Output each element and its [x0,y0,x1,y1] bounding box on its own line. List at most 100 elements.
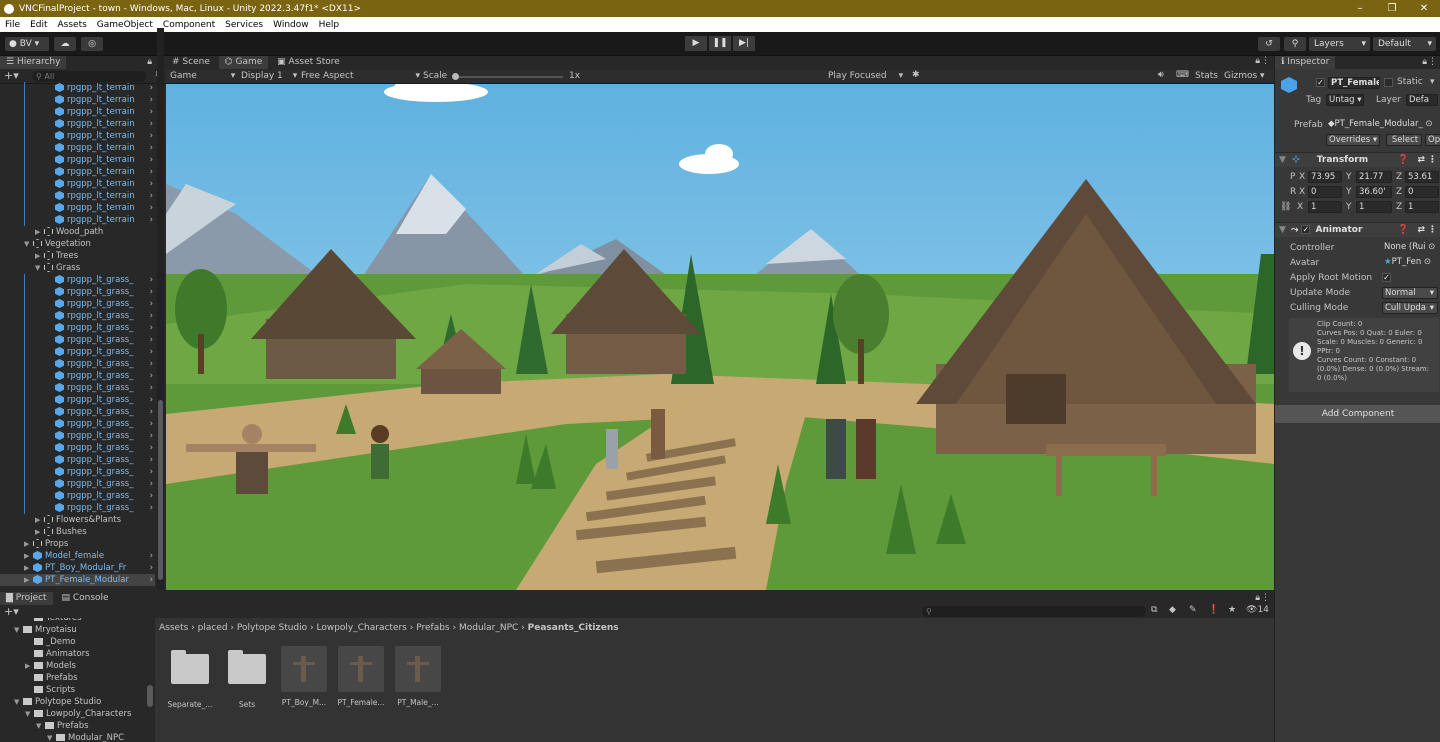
search-button[interactable]: ⚲ [1284,37,1306,51]
chevron-right-icon[interactable]: › [150,298,153,310]
transform-header[interactable]: ▼ ⊹ Transform ❓ ⇄ ⋮ [1275,152,1440,167]
hierarchy-item[interactable]: rpgpp_lt_grass_ › [0,466,155,478]
play-focus-dropdown[interactable]: Play Focused ▾ [828,71,903,81]
breadcrumb-item[interactable]: Polytope Studio [237,623,307,633]
chevron-down-icon[interactable]: ▾ [1430,77,1435,87]
open-button[interactable]: Op [1425,134,1440,146]
select-button[interactable]: Select [1386,134,1422,146]
asset-folder[interactable]: Separate_... [165,646,215,709]
layer-dropdown[interactable]: Defa [1406,94,1438,106]
hierarchy-item[interactable]: rpgpp_lt_terrain › [0,214,155,226]
project-tree-item[interactable]: _Demo [0,636,155,648]
tab-console[interactable]: ▤ Console [55,592,114,605]
hierarchy-item[interactable]: ▼ Vegetation [0,238,155,250]
fold-icon[interactable]: ▼ [36,720,45,732]
rotation-z-field[interactable]: 0 [1405,186,1439,198]
chevron-right-icon[interactable]: › [150,178,153,190]
bug-icon[interactable]: ✱ [912,70,920,80]
static-checkbox[interactable] [1384,78,1393,87]
breadcrumb-item[interactable]: Peasants_Citizens [528,623,619,633]
menu-component[interactable]: Component [158,20,220,30]
chevron-right-icon[interactable]: › [150,334,153,346]
layout-dropdown[interactable]: Default ▾ [1373,37,1436,51]
account-button[interactable]: ● BV ▾ [5,37,49,51]
warning-filter-icon[interactable]: ❗ [1208,605,1219,615]
position-z-field[interactable]: 53.61 [1405,171,1439,183]
project-tree-item[interactable]: Animators [0,648,155,660]
hierarchy-item[interactable]: ▶ Flowers&Plants [0,514,155,526]
chevron-right-icon[interactable]: › [150,430,153,442]
chevron-right-icon[interactable]: › [150,382,153,394]
tab-asset-store[interactable]: ▣ Asset Store [271,56,346,69]
fold-icon[interactable]: ▶ [24,574,33,586]
fold-icon[interactable]: ▼ [14,624,23,636]
preset-icon[interactable]: ⇄ [1417,153,1425,168]
active-checkbox[interactable]: ✓ [1316,78,1325,87]
root-motion-checkbox[interactable]: ✓ [1382,273,1391,282]
prefab-field[interactable]: ◆PT_Female_Modular_ ⊙ [1326,119,1438,131]
help-icon[interactable]: ❓ [1398,153,1409,168]
avatar-field[interactable]: ★PT_Fen ⊙ [1382,257,1439,269]
position-x-field[interactable]: 73.95 [1308,171,1342,183]
hierarchy-scroll-thumb[interactable] [158,400,163,580]
asset-folder[interactable]: Sets [222,646,272,709]
hierarchy-item[interactable]: rpgpp_lt_terrain › [0,154,155,166]
project-tree-item[interactable]: ▼ Mryotaisu [0,624,155,636]
fold-icon[interactable]: ▼ [35,262,44,274]
project-tree-item[interactable]: ▼ Polytope Studio [0,696,155,708]
animator-enabled-checkbox[interactable]: ✓ [1301,225,1311,234]
breadcrumb-item[interactable]: Prefabs [416,623,449,633]
asset-prefab[interactable]: PT_Female... [336,646,386,707]
chevron-right-icon[interactable]: › [150,406,153,418]
culling-mode-dropdown[interactable]: Cull Upda ▾ [1382,302,1438,314]
hierarchy-item[interactable]: rpgpp_lt_terrain › [0,118,155,130]
chevron-right-icon[interactable]: › [150,94,153,106]
chevron-right-icon[interactable]: › [150,130,153,142]
hierarchy-item[interactable]: rpgpp_lt_grass_ › [0,370,155,382]
more-icon[interactable]: ⋮ [1261,56,1270,66]
hierarchy-item[interactable]: rpgpp_lt_grass_ › [0,478,155,490]
hierarchy-item[interactable]: rpgpp_lt_grass_ › [0,430,155,442]
scale-y-field[interactable]: 1 [1356,201,1392,213]
tag-dropdown[interactable]: Untag ▾ [1326,94,1364,106]
chevron-right-icon[interactable]: › [150,154,153,166]
display-mode-dropdown[interactable]: Game ▾ [170,71,235,81]
aspect-dropdown[interactable]: Free Aspect ▾ [301,71,420,81]
fold-icon[interactable]: ▶ [35,514,44,526]
fold-icon[interactable]: ▶ [35,226,44,238]
chevron-right-icon[interactable]: › [150,574,153,586]
chevron-right-icon[interactable]: › [150,490,153,502]
hierarchy-item[interactable]: rpgpp_lt_grass_ › [0,454,155,466]
more-icon[interactable]: ⋮ [1428,56,1437,69]
hierarchy-item[interactable]: rpgpp_lt_grass_ › [0,346,155,358]
add-icon[interactable]: +▾ [4,605,19,618]
tab-game[interactable]: ⌬ Game [218,56,269,69]
chevron-right-icon[interactable]: › [150,214,153,226]
hierarchy-item[interactable]: rpgpp_lt_grass_ › [0,382,155,394]
close-button[interactable]: ✕ [1408,0,1440,17]
scale-slider-handle[interactable] [452,73,459,80]
minimize-button[interactable]: – [1344,0,1376,17]
hierarchy-item[interactable]: rpgpp_lt_grass_ › [0,394,155,406]
breadcrumb-item[interactable]: Assets [159,623,188,633]
project-tree-item[interactable]: ▼ Lowpoly_Characters [0,708,155,720]
more-icon[interactable]: ⋮ [1428,223,1437,238]
hierarchy-item[interactable]: rpgpp_lt_grass_ › [0,418,155,430]
hierarchy-item[interactable]: rpgpp_lt_grass_ › [0,406,155,418]
project-tree-item[interactable]: ▼ Prefabs [0,720,155,732]
help-icon[interactable]: ❓ [1398,223,1409,238]
fold-icon[interactable]: ▼ [25,708,34,720]
add-component-button[interactable]: Add Component [1275,405,1440,423]
add-icon[interactable]: +▾ [4,69,19,82]
chevron-right-icon[interactable]: › [150,142,153,154]
scale-z-field[interactable]: 1 [1405,201,1439,213]
chevron-right-icon[interactable]: › [150,370,153,382]
project-search-input[interactable]: ⚲ [922,606,1146,617]
breadcrumb-item[interactable]: placed [198,623,228,633]
hierarchy-item[interactable]: ▶ Bushes [0,526,155,538]
game-viewport[interactable] [166,84,1274,590]
hierarchy-item[interactable]: ▶ Wood_path [0,226,155,238]
hierarchy-item[interactable]: rpgpp_lt_grass_ › [0,298,155,310]
fold-icon[interactable]: ▼ [14,696,23,708]
hierarchy-item[interactable]: rpgpp_lt_grass_ › [0,334,155,346]
